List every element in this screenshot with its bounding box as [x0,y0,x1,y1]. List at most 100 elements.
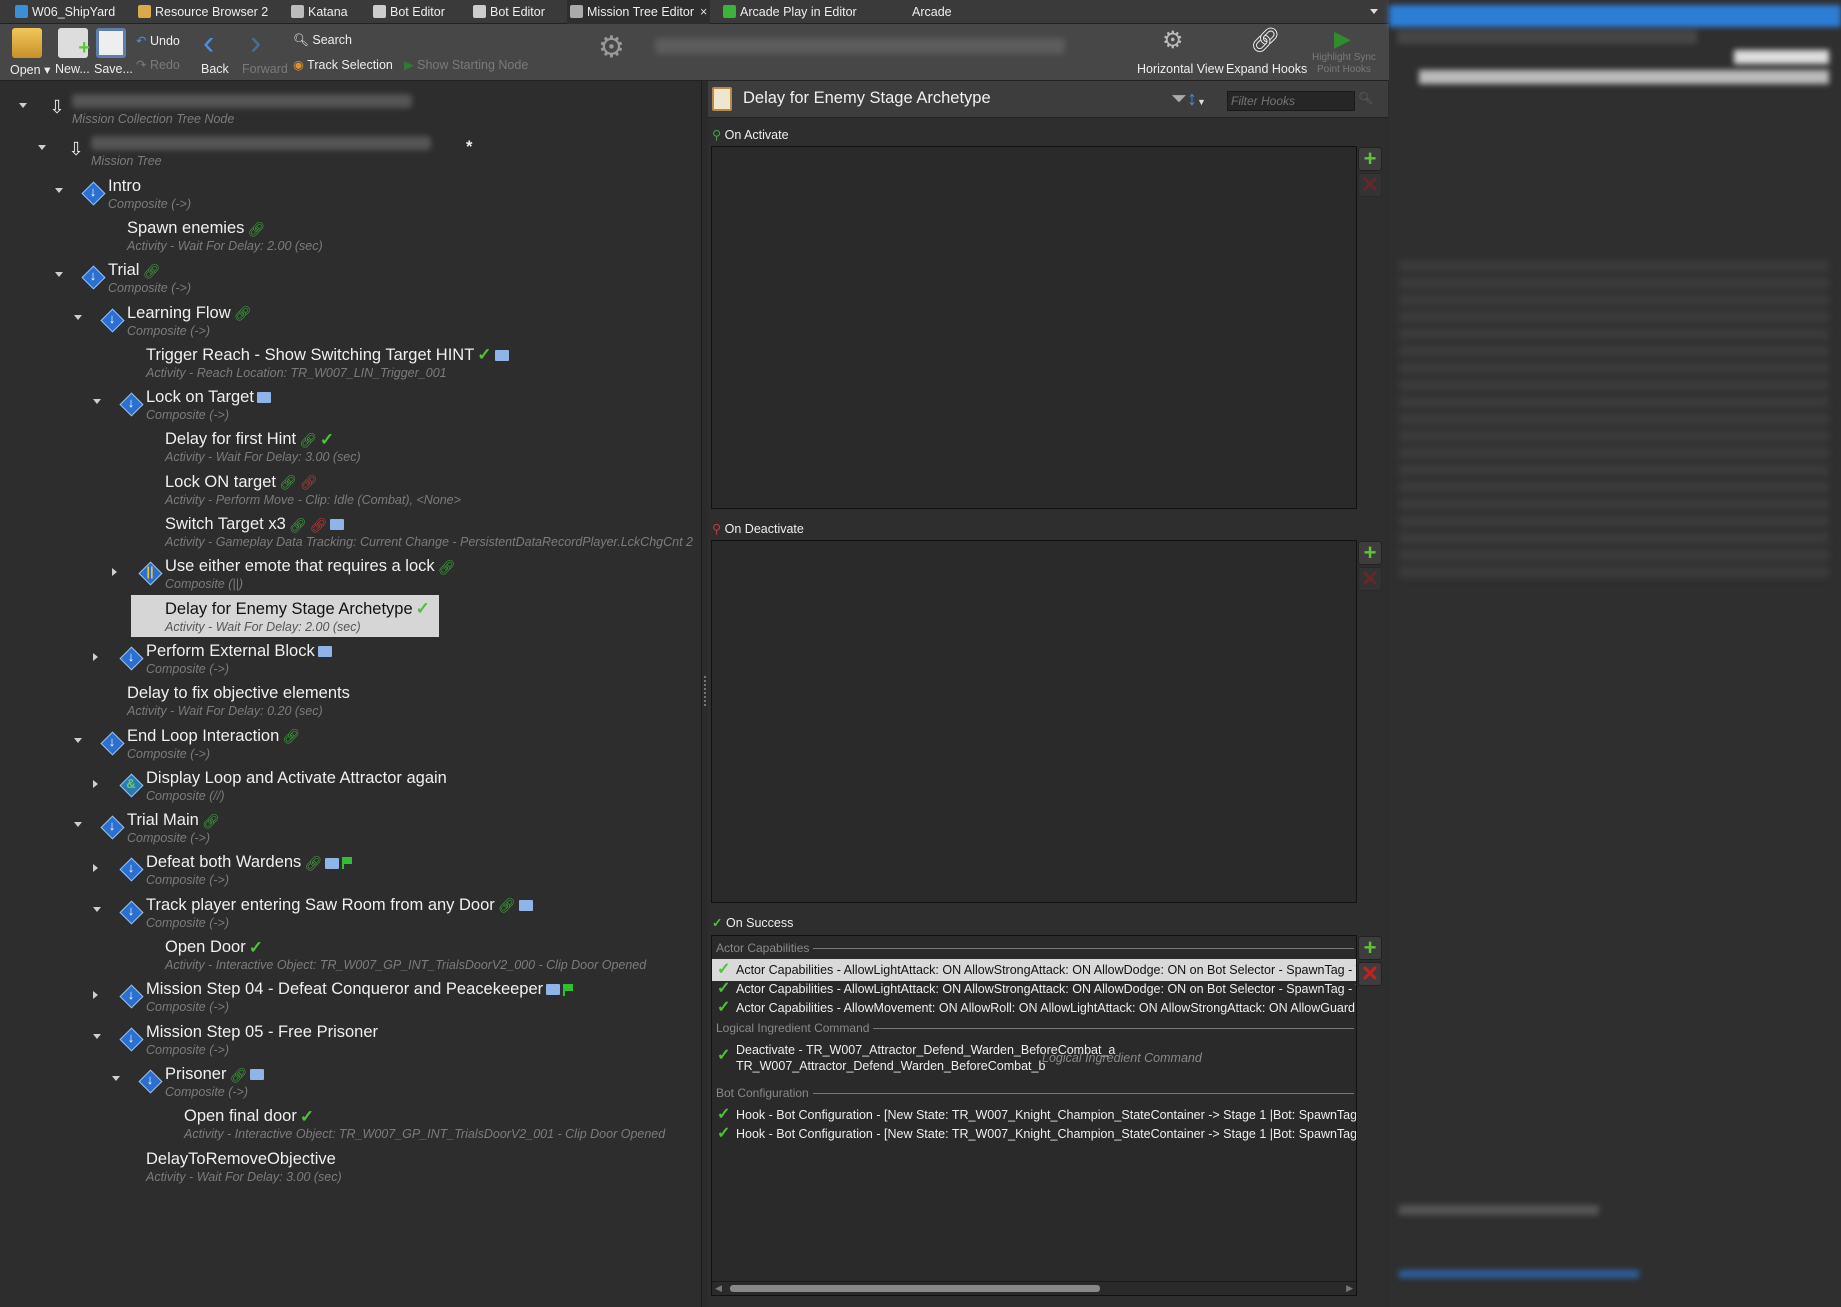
hook-row[interactable]: ✓ Deactivate - TR_W007_Attractor_Defend_W… [712,1039,1356,1077]
tree-node[interactable]: ↓ Lock on Target Composite (->) [0,387,700,427]
add-hook-button-activate[interactable]: + [1358,147,1382,171]
tree-node[interactable]: ↓ Mission Step 05 - Free Prisoner Composit… [0,1022,700,1062]
tree-node[interactable]: & Display Loop and Activate Attractor aga… [0,768,700,808]
tree-node[interactable]: DelayToRemoveObjective Activity - Wait Fo… [0,1149,700,1189]
scrollbar-thumb[interactable] [730,1285,1100,1292]
tree-node[interactable]: Trigger Reach - Show Switching Target HI… [0,345,700,385]
collapse-arrow-icon[interactable] [55,272,63,278]
on-success-text: On Success [725,916,794,930]
tree-node[interactable]: ↓ Mission Step 04 - Defeat Conqueror and … [0,979,700,1019]
horizontal-view-icon[interactable]: ⚙ [1162,26,1184,55]
link-green-icon: 🔗︎ [288,516,307,533]
collapse-arrow-icon[interactable] [112,1075,120,1081]
new-icon[interactable]: + [58,28,90,59]
add-hook-button-deactivate[interactable]: + [1358,541,1382,565]
tree-node[interactable]: || Use either emote that requires a lock 🔗… [0,556,700,596]
expand-hooks-icon[interactable]: 🔗︎ [1250,26,1280,55]
open-button[interactable]: Open ▾ [10,62,50,77]
tree-node[interactable]: ↓ Perform External Block Composite (->) [0,641,700,681]
tab-mission-tree-editor[interactable]: Mission Tree Editor × [567,0,710,24]
tree-node[interactable]: ⇩ Mission Collection Tree Node [0,91,700,131]
search-icon[interactable]: 🔍︎ [1358,91,1373,105]
sequence-composite-icon: ↓ [100,815,125,840]
hook-row[interactable]: ✓ Hook - Bot Configuration - [New State: … [712,1123,1356,1145]
expand-arrow-icon[interactable] [112,568,117,577]
highlight-sync-point-hooks-button[interactable]: Highlight Sync Point Hooks [1312,52,1376,76]
tree-node[interactable]: ↓ Intro Composite (->) [0,176,700,216]
collapse-arrow-icon[interactable] [38,145,46,151]
horizontal-scrollbar[interactable]: ◀ ▶ [712,1281,1356,1295]
collapse-arrow-icon[interactable] [55,187,63,193]
tree-node[interactable]: ↓ End Loop Interaction 🔗︎ Composite (->) [0,726,700,766]
back-arrow-icon[interactable]: ‹ [203,24,214,63]
expand-arrow-icon[interactable] [93,864,98,873]
tree-node[interactable]: Open Door ✓ Activity - Interactive Object:… [0,937,700,977]
scroll-left-arrow[interactable]: ◀ [715,1283,722,1294]
tree-node[interactable]: Delay for Enemy Stage Archetype ✓ Activity… [131,594,439,637]
collapse-arrow-icon[interactable] [74,737,82,743]
save-disk-icon[interactable] [96,28,126,58]
tab-arcade[interactable]: Arcade [892,0,952,24]
remove-hook-button-activate[interactable]: ✕ [1358,173,1382,197]
search-button[interactable]: 🔍︎ Search [293,33,352,48]
tree-node[interactable]: ↓ Track player entering Saw Room from any… [0,895,700,935]
tree-node[interactable]: Lock ON target 🔗︎ 🔗︎ Activity - Perform Mov… [0,472,700,512]
remove-hook-button-deactivate[interactable]: ✕ [1358,567,1382,591]
collapse-arrow-icon[interactable] [93,906,101,912]
tree-node-subtitle: Activity - Gameplay Data Tracking: Curre… [165,535,693,549]
tree-node[interactable]: ↓ Learning Flow 🔗︎ Composite (->) [0,303,700,343]
filter-sort-icon[interactable]: ⏷↕▼ [1171,88,1206,111]
add-hook-button-success[interactable]: + [1358,936,1382,960]
expand-arrow-icon[interactable] [93,779,98,788]
tab-arcade-play-in-editor[interactable]: Arcade Play in Editor [720,0,857,24]
forward-arrow-icon[interactable]: › [250,24,261,63]
expand-arrow-icon[interactable] [93,991,98,1000]
tree-node-label: Delay for first Hint 🔗︎ ✓ [165,429,334,450]
tree-node[interactable]: Delay to fix objective elements Activity … [0,683,700,723]
track-selection-button[interactable]: ◉ Track Selection [293,57,393,72]
expand-hooks-button[interactable]: Expand Hooks [1226,62,1307,76]
show-starting-node-button[interactable]: ▶ Show Starting Node [404,57,528,72]
tab-overflow-dropdown[interactable] [1370,9,1378,14]
tab-w06-shipyard[interactable]: W06_ShipYard [12,0,115,24]
collapse-arrow-icon[interactable] [74,314,82,320]
tree-node[interactable]: Spawn enemies 🔗︎ Activity - Wait For Delay… [0,218,700,258]
tree-node[interactable]: Delay for first Hint 🔗︎ ✓ Activity - Wait F… [0,429,700,469]
tree-node[interactable]: ↓ Trial Main 🔗︎ Composite (->) [0,810,700,850]
collapse-arrow-icon[interactable] [93,1033,101,1039]
collapse-arrow-icon[interactable] [93,399,101,405]
tree-node[interactable]: ⇩ * Mission Tree [0,133,700,173]
tab-resource-browser-2[interactable]: Resource Browser 2 [135,0,268,24]
properties-link[interactable] [1399,1270,1639,1278]
tree-node[interactable]: ↓ Trial 🔗︎ Composite (->) [0,260,700,300]
filter-hooks-input[interactable] [1227,91,1355,111]
tab-bot-editor[interactable]: Bot Editor [470,0,545,24]
open-folder-icon[interactable] [12,28,42,58]
tab-bot-editor[interactable]: Bot Editor [370,0,445,24]
expand-arrow-icon[interactable] [93,652,98,661]
save-button[interactable]: Save... [94,62,133,76]
remove-hook-button-success[interactable]: ✕ [1358,962,1382,986]
on-success-hook-list[interactable]: ◀ ▶ Actor Capabilities ✓ Actor Capabilitie… [711,935,1357,1296]
properties-search[interactable] [1734,50,1829,64]
play-icon [723,5,736,18]
tree-node[interactable]: Open final door ✓ Activity - Interactive O… [0,1106,700,1146]
tree-node[interactable]: ↓ Defeat both Wardens 🔗︎ Composite (->) [0,852,700,892]
new-button[interactable]: New... [55,62,90,76]
undo-button[interactable]: ↶ Undo [136,33,180,48]
forward-button[interactable]: Forward [242,62,288,76]
redo-button[interactable]: ↷ Redo [136,57,180,72]
highlight-sync-icon[interactable]: ▶ [1334,26,1351,52]
on-deactivate-hook-list[interactable] [711,540,1357,903]
on-activate-hook-list[interactable] [711,146,1357,509]
collapse-arrow-icon[interactable] [19,103,27,108]
back-button[interactable]: Back [201,62,229,76]
close-tab-icon[interactable]: × [700,5,707,19]
tab-katana[interactable]: Katana [288,0,348,24]
tree-node[interactable]: ↓ Prisoner 🔗︎ Composite (->) [0,1064,700,1104]
collapse-arrow-icon[interactable] [74,822,82,828]
tree-node[interactable]: Switch Target x3 🔗︎ 🔗︎ Activity - Gameplay … [0,514,700,554]
scroll-right-arrow[interactable]: ▶ [1346,1283,1353,1294]
hook-row[interactable]: ✓ Actor Capabilities - AllowMovement: ON … [712,997,1356,1019]
horizontal-view-button[interactable]: Horizontal View [1137,62,1224,76]
